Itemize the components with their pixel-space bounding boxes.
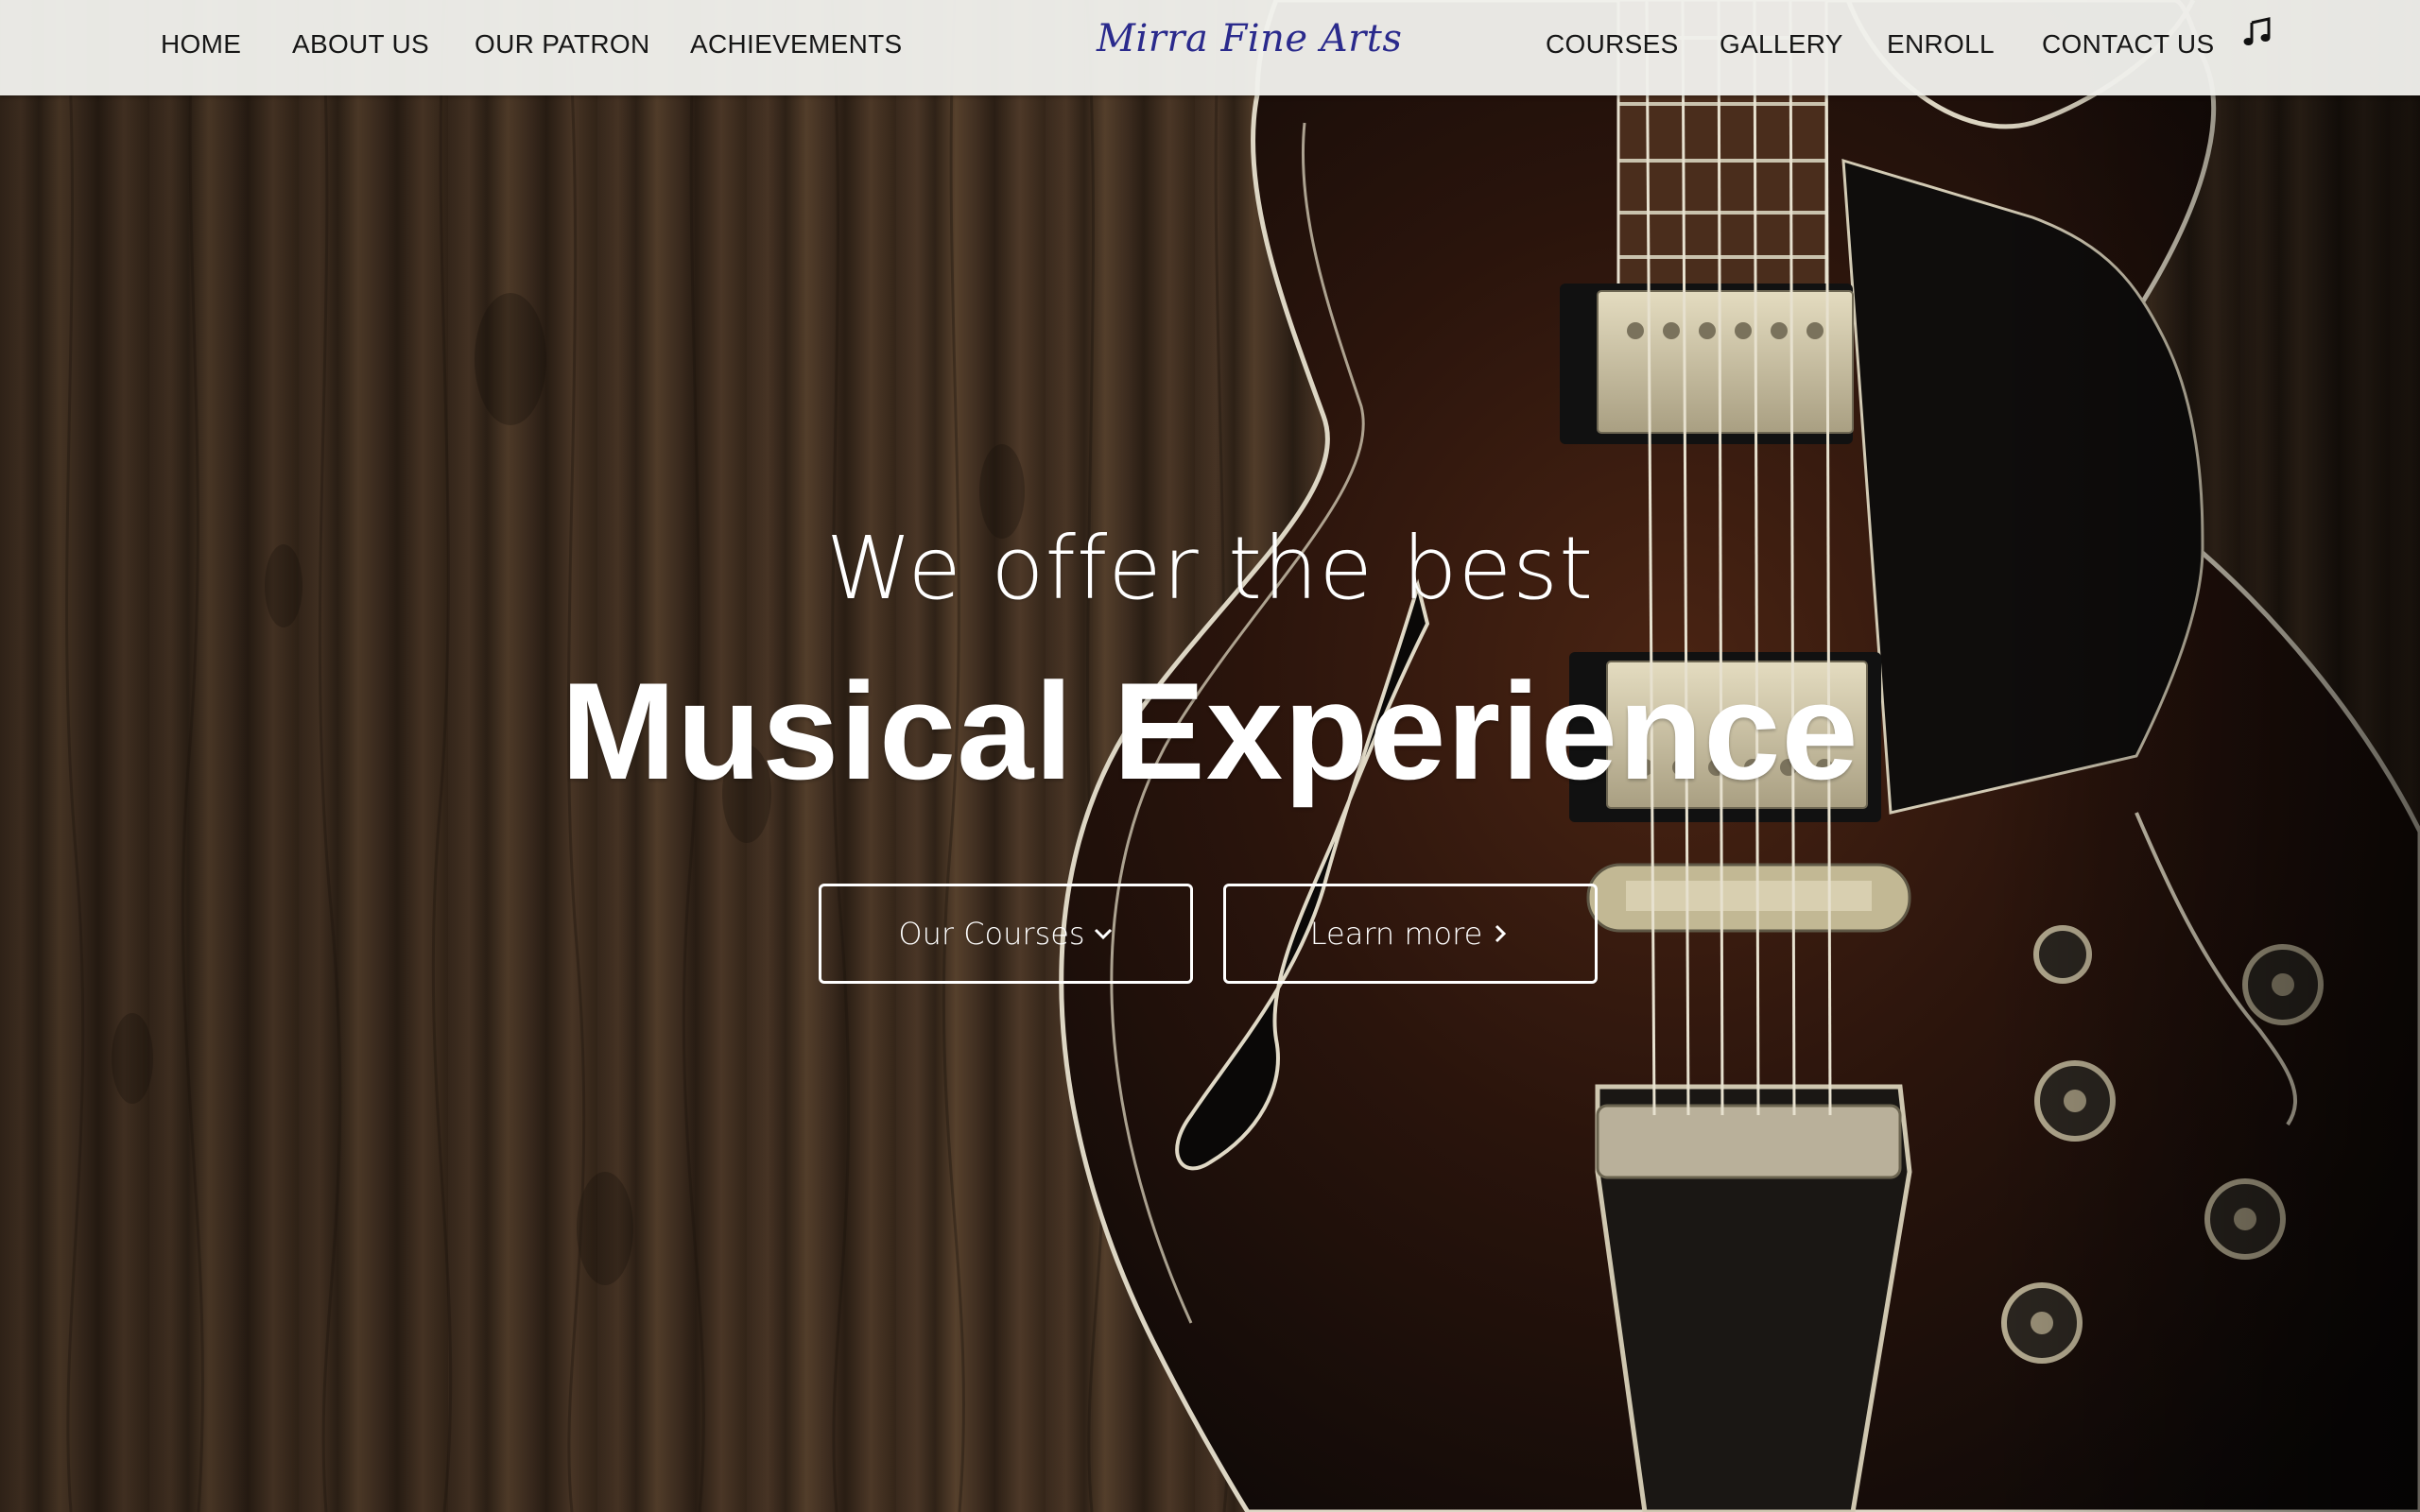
nav-contact-us[interactable]: CONTACT US xyxy=(2042,29,2214,60)
chevron-right-icon xyxy=(1495,924,1507,943)
chevron-down-icon xyxy=(1094,928,1112,940)
our-courses-button[interactable]: Our Courses xyxy=(819,884,1193,984)
navbar: HOME ABOUT US OUR PATRON ACHIEVEMENTS Mi… xyxy=(0,0,2420,95)
hero-subheadline: We offer the best xyxy=(825,518,1595,619)
nav-achievements[interactable]: ACHIEVEMENTS xyxy=(690,29,903,60)
page: HOME ABOUT US OUR PATRON ACHIEVEMENTS Mi… xyxy=(0,0,2420,1512)
learn-more-label: Learn more xyxy=(1309,916,1483,952)
nav-about-us[interactable]: ABOUT US xyxy=(292,29,429,60)
nav-home[interactable]: HOME xyxy=(161,29,241,60)
learn-more-button[interactable]: Learn more xyxy=(1223,884,1598,984)
brand-logo[interactable]: Mirra Fine Arts xyxy=(1097,17,1402,60)
hero-headline: Musical Experience xyxy=(561,654,1859,808)
nav-our-patron[interactable]: OUR PATRON xyxy=(475,29,650,60)
our-courses-label: Our Courses xyxy=(898,916,1085,952)
nav-gallery[interactable]: GALLERY xyxy=(1720,29,1843,60)
nav-enroll[interactable]: ENROLL xyxy=(1887,29,1995,60)
nav-courses[interactable]: COURSES xyxy=(1546,29,1679,60)
music-note-icon[interactable] xyxy=(2243,17,2272,47)
